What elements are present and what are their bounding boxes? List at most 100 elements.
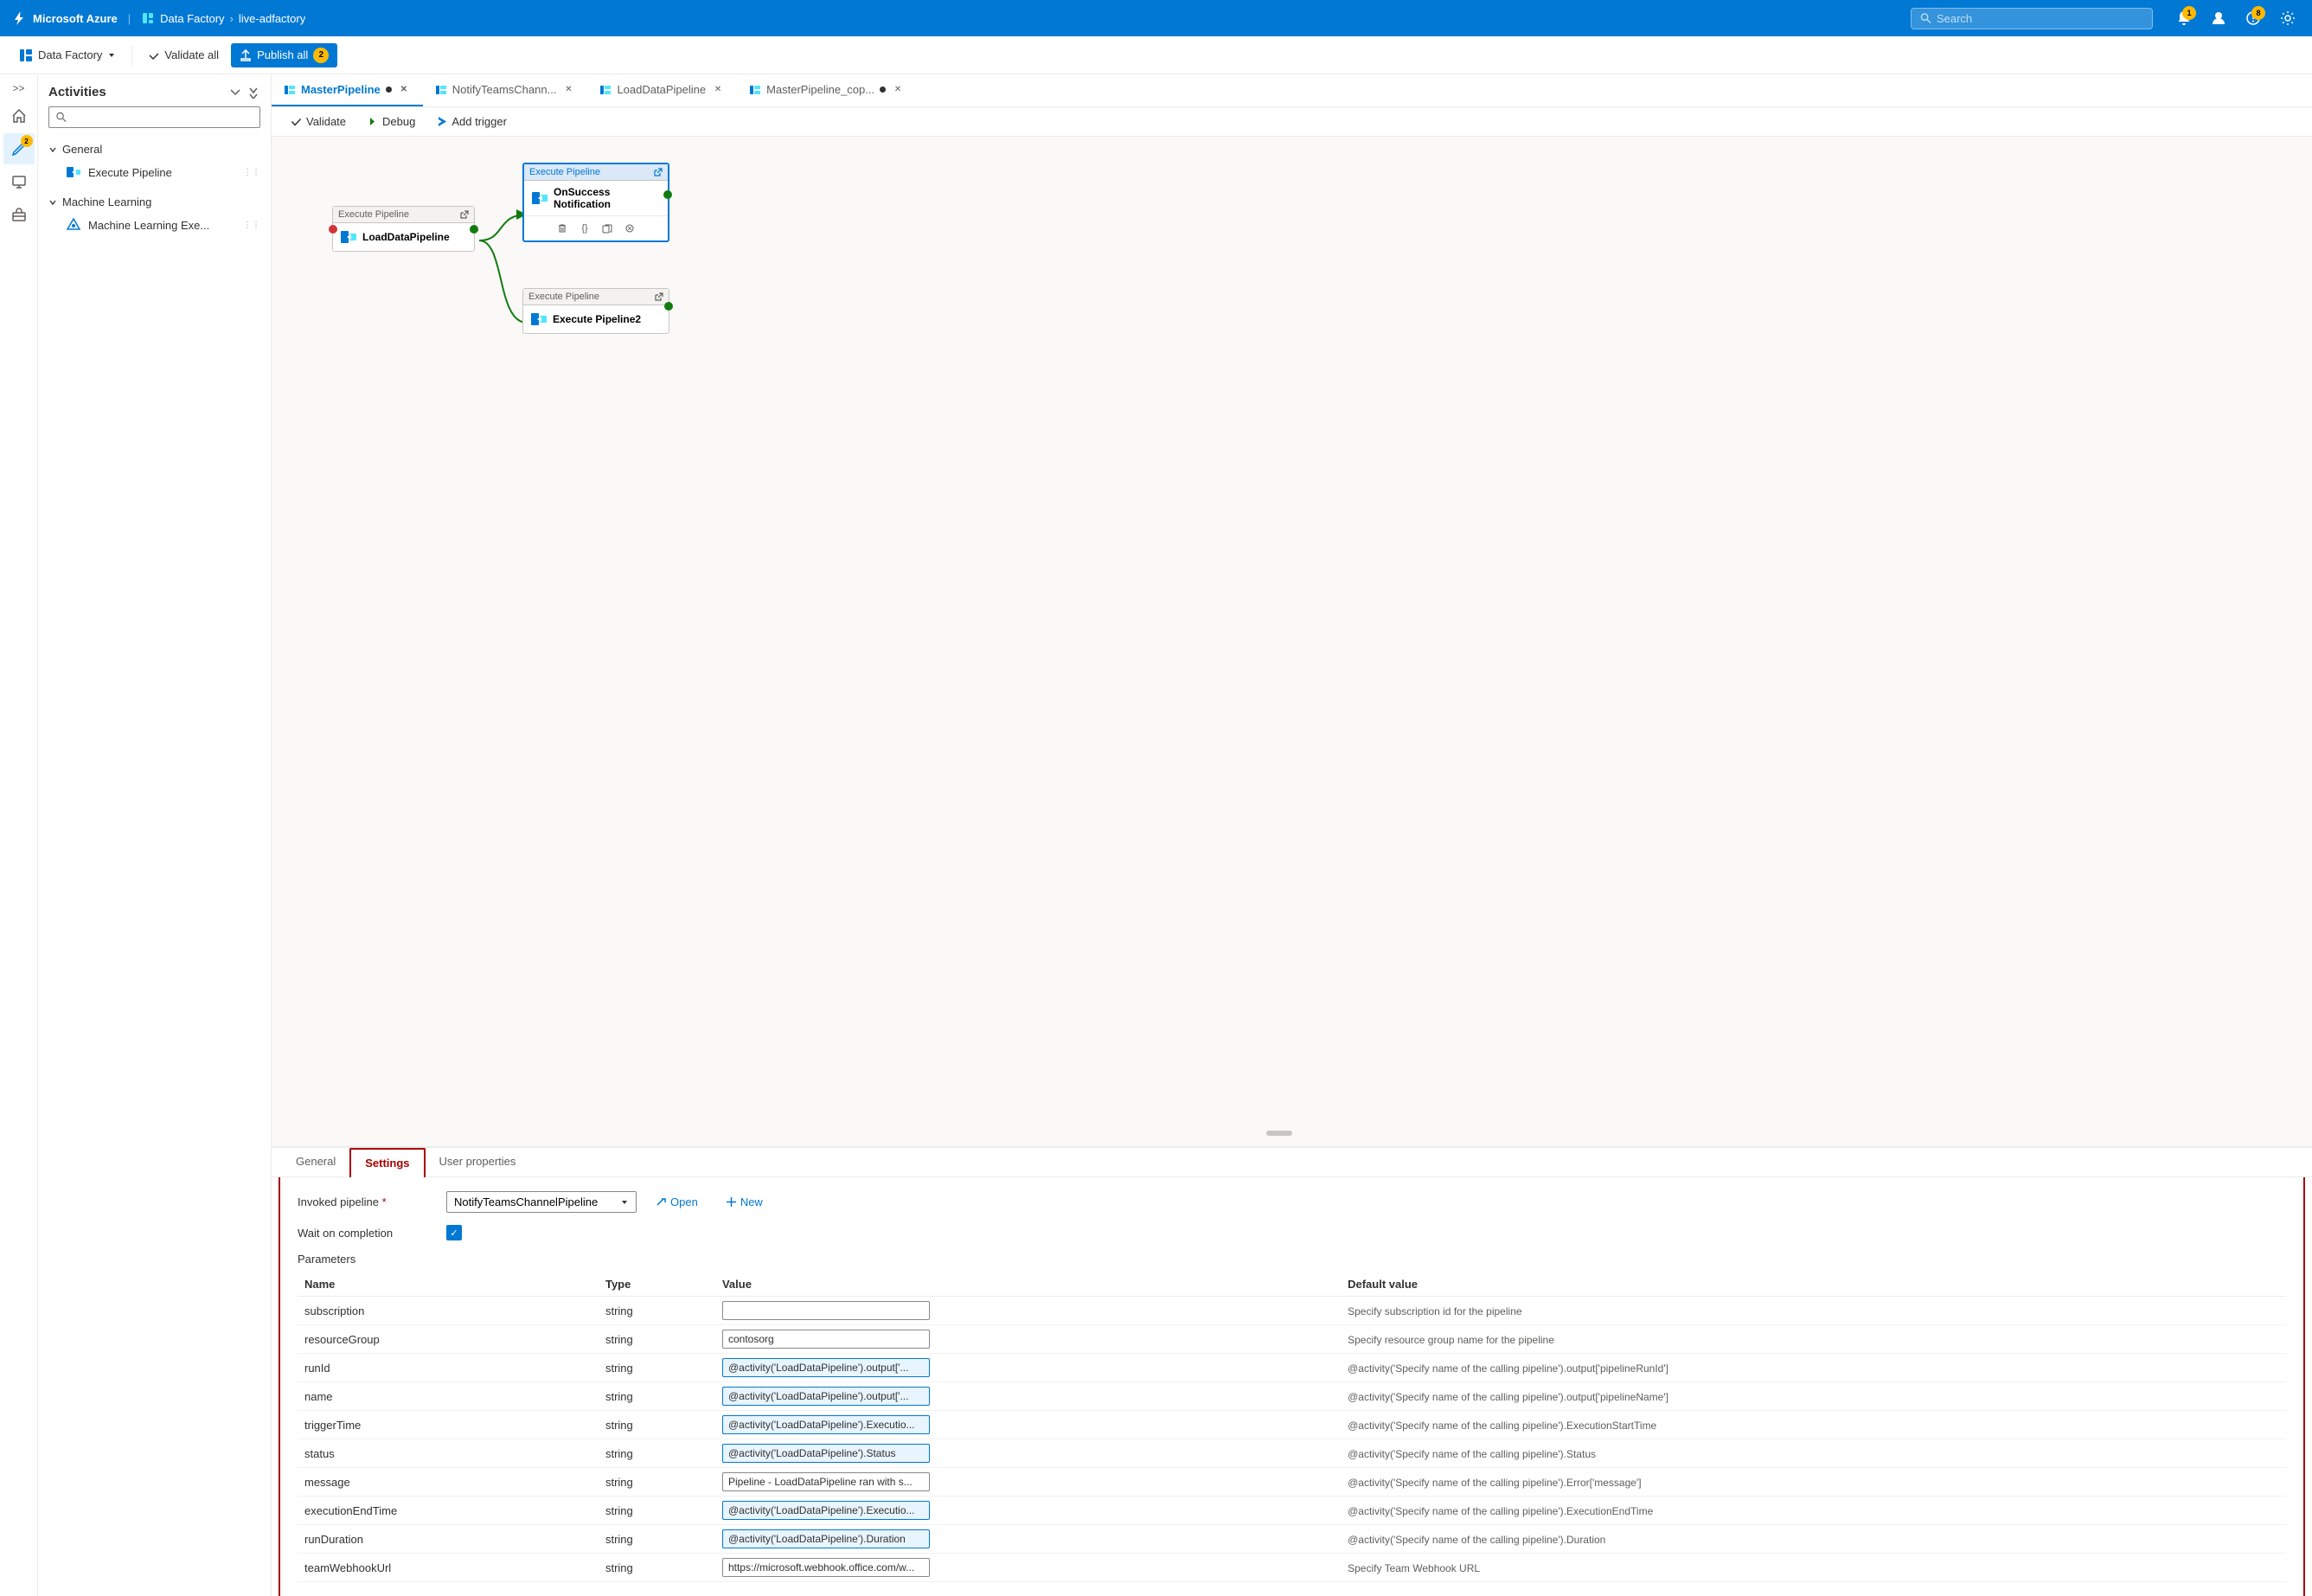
top-nav-icons: 1 8 [2170, 4, 2302, 32]
tab-masterpipelinecopy[interactable]: MasterPipeline_cop... ✕ [737, 74, 917, 106]
external-link-icon-2[interactable] [653, 168, 663, 177]
tab4-pipeline-icon [749, 84, 761, 96]
param-value-input-9[interactable] [722, 1558, 930, 1577]
wait-on-completion-label: Wait on completion [298, 1227, 436, 1240]
data-factory-btn[interactable]: Data Factory [10, 44, 125, 67]
azure-logo-icon [10, 10, 28, 27]
tab-masterpipelinecopy-close[interactable]: ✕ [891, 83, 905, 97]
param-value-input-5[interactable] [722, 1444, 930, 1463]
open-pipeline-btn[interactable]: Open [647, 1192, 707, 1212]
wait-on-completion-checkbox[interactable]: ✓ [446, 1225, 462, 1240]
collapse-handle[interactable] [1266, 1131, 1292, 1136]
validate-all-btn[interactable]: Validate all [139, 44, 227, 66]
tab-settings[interactable]: Settings [349, 1148, 425, 1177]
node-type-2: Execute Pipeline [529, 167, 600, 177]
tab-notifyteams-close[interactable]: ✕ [561, 83, 575, 97]
collapse2-icon[interactable] [248, 87, 260, 99]
execute-pipeline-item[interactable]: Execute Pipeline ⋮⋮ [38, 160, 271, 184]
output-dot-1 [470, 225, 478, 234]
param-type-6: string [599, 1468, 715, 1497]
breadcrumb-instance: live-adfactory [239, 12, 305, 25]
activities-panel: Activities Execute pipeline [38, 74, 272, 1596]
tab-loaddatapipeline-close[interactable]: ✕ [711, 83, 725, 97]
invoked-pipeline-select[interactable]: NotifyTeamsChannelPipeline [446, 1191, 637, 1213]
wait-on-completion-row: Wait on completion ✓ [298, 1225, 2286, 1240]
gear-icon [2280, 10, 2296, 26]
link-action-btn[interactable] [620, 219, 639, 238]
param-default-7: @activity('Specify name of the calling p… [1341, 1497, 2286, 1525]
search-activities-icon [56, 112, 67, 123]
notifications-button[interactable]: 1 [2170, 4, 2198, 32]
tab-masterpipeline-dot [386, 87, 392, 93]
debug-btn[interactable]: Debug [358, 111, 424, 132]
param-value-input-7[interactable] [722, 1501, 930, 1520]
code-action-btn[interactable]: {} [575, 219, 594, 238]
param-value-input-8[interactable] [722, 1529, 930, 1548]
tab-general[interactable]: General [282, 1148, 349, 1176]
collapse-icon[interactable] [229, 87, 241, 99]
breadcrumb-arrow: › [230, 12, 234, 25]
tab-masterpipeline[interactable]: MasterPipeline ✕ [272, 74, 423, 106]
new-pipeline-btn[interactable]: New [717, 1192, 772, 1212]
activities-header-icons[interactable] [229, 87, 260, 99]
tab-loaddatapipeline[interactable]: LoadDataPipeline ✕ [587, 74, 737, 106]
edit-badge: 2 [21, 135, 33, 147]
add-trigger-btn[interactable]: Add trigger [427, 111, 516, 132]
tab-notifyteams[interactable]: NotifyTeamsChann... ✕ [423, 74, 588, 106]
external-link-icon-1[interactable] [459, 210, 469, 220]
param-value-input-1[interactable] [722, 1330, 930, 1349]
delete-action-btn[interactable] [553, 219, 572, 238]
node-type-3: Execute Pipeline [528, 292, 599, 302]
search-input[interactable] [1937, 12, 2143, 25]
param-value-input-2[interactable] [722, 1358, 930, 1377]
settings-button[interactable] [2274, 4, 2302, 32]
param-value-input-6[interactable] [722, 1472, 930, 1491]
ml-execute-item[interactable]: Machine Learning Exe... ⋮⋮ [38, 213, 271, 237]
edit-sidebar-btn[interactable]: 2 [3, 133, 35, 164]
param-row-8: runDurationstring@activity('Specify name… [298, 1525, 2286, 1554]
invoked-pipeline-value: NotifyTeamsChannelPipeline [454, 1195, 598, 1208]
tab-masterpipeline-close[interactable]: ✕ [397, 83, 411, 97]
toolbox-sidebar-btn[interactable] [3, 199, 35, 230]
checkmark2-icon [291, 116, 302, 127]
node-name-2: OnSuccessNotification [554, 186, 611, 210]
required-indicator: * [382, 1195, 387, 1208]
expand-sidebar-btn[interactable]: >> [3, 78, 35, 99]
param-type-8: string [599, 1525, 715, 1554]
search-bar[interactable] [1911, 8, 2153, 29]
param-value-input-4[interactable] [722, 1415, 930, 1434]
home-sidebar-btn[interactable] [3, 100, 35, 131]
ml-category-header[interactable]: Machine Learning [38, 191, 271, 213]
node-onsuccess[interactable]: Execute Pipeline OnSuccessNotification [522, 163, 669, 242]
activities-search-input[interactable]: Execute pipeline [72, 111, 253, 124]
ml-execute-label: Machine Learning Exe... [88, 219, 209, 232]
node-loaddatapipeline[interactable]: Execute Pipeline LoadDataPipeline [332, 206, 475, 252]
param-name-1: resourceGroup [298, 1325, 599, 1354]
param-value-input-3[interactable] [722, 1387, 930, 1406]
app-logo: Microsoft Azure [10, 10, 118, 27]
node-executepipeline2[interactable]: Execute Pipeline Execute Pipeline2 [522, 288, 669, 334]
alerts-button[interactable]: 8 [2239, 4, 2267, 32]
copy-action-btn[interactable] [598, 219, 617, 238]
breadcrumb-factory[interactable]: Data Factory [160, 12, 224, 25]
activities-search-box[interactable]: Execute pipeline [48, 106, 260, 128]
tabs-bar: MasterPipeline ✕ NotifyTeamsChann... ✕ [272, 74, 2312, 107]
external-link-icon-3[interactable] [654, 292, 663, 302]
validate-btn[interactable]: Validate [282, 111, 355, 132]
tab-user-properties[interactable]: User properties [426, 1148, 530, 1176]
app-name: Microsoft Azure [33, 12, 118, 25]
param-value-input-0[interactable] [722, 1301, 930, 1320]
pipeline-canvas[interactable]: Execute Pipeline LoadDataPipeline [272, 137, 2312, 1146]
link-icon [624, 223, 635, 234]
monitor-sidebar-btn[interactable] [3, 166, 35, 197]
validate-pipeline-label: Validate [306, 115, 346, 128]
general-category-header[interactable]: General [38, 138, 271, 160]
bottom-tabs: General Settings User properties [272, 1148, 2312, 1177]
profile-button[interactable] [2205, 4, 2232, 32]
publish-all-btn[interactable]: Publish all 2 [231, 43, 337, 67]
checkmark-icon [148, 49, 160, 61]
tab-masterpipeline-label: MasterPipeline [301, 83, 381, 96]
param-value-td-2 [715, 1354, 1341, 1382]
node-name-1: LoadDataPipeline [362, 231, 450, 243]
trash-icon [557, 223, 567, 234]
